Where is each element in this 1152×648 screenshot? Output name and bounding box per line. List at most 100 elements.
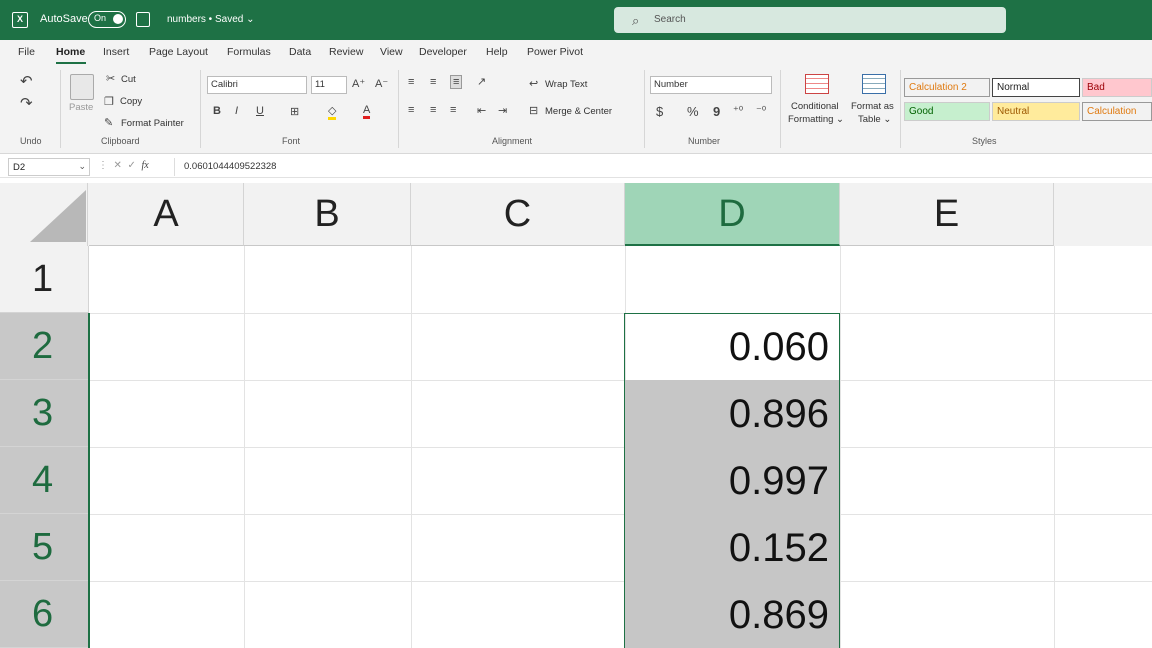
row-header-edge: [88, 246, 89, 313]
wrap-text-button[interactable]: Wrap Text: [545, 79, 587, 90]
row-header-6[interactable]: 6: [0, 581, 88, 648]
column-header-e[interactable]: E: [840, 183, 1054, 246]
decrease-decimal-icon[interactable]: ⁻⁰: [756, 104, 766, 117]
tab-review[interactable]: Review: [329, 46, 363, 58]
font-name-select[interactable]: Calibri: [207, 76, 307, 94]
column-header-b[interactable]: B: [244, 183, 411, 246]
style-calculation[interactable]: Calculation: [1082, 102, 1152, 121]
copy-button[interactable]: Copy: [120, 96, 142, 107]
align-middle-icon[interactable]: ≡: [430, 76, 436, 88]
align-bottom-icon[interactable]: ≡: [450, 75, 463, 89]
paste-button[interactable]: Paste: [69, 102, 93, 113]
align-right-icon[interactable]: ≡: [450, 104, 456, 116]
italic-button[interactable]: I: [235, 105, 238, 117]
cell-d2[interactable]: 0.060: [625, 313, 839, 380]
format-as-table-icon: [862, 74, 886, 94]
save-icon[interactable]: [136, 12, 150, 27]
cell-d4[interactable]: 0.997: [625, 447, 839, 514]
tab-help[interactable]: Help: [486, 46, 508, 58]
style-neutral[interactable]: Neutral: [992, 102, 1080, 121]
tab-page-layout[interactable]: Page Layout: [149, 46, 208, 58]
formula-input[interactable]: 0.0601044409522328: [184, 161, 276, 172]
align-top-icon[interactable]: ≡: [408, 76, 414, 88]
number-format-value: Number: [654, 79, 688, 90]
increase-font-icon[interactable]: A⁺: [352, 77, 365, 90]
autosave-toggle[interactable]: On: [88, 11, 126, 28]
grid-line: [88, 380, 1152, 381]
formula-divider: [174, 158, 175, 176]
row-header-2[interactable]: 2: [0, 313, 88, 380]
ribbon-tabs: File Home Insert Page Layout Formulas Da…: [0, 40, 1152, 64]
search-box[interactable]: ⌕ Search: [614, 7, 1006, 33]
tab-home[interactable]: Home: [56, 46, 85, 58]
decrease-indent-icon[interactable]: ⇤: [477, 104, 486, 117]
font-size-select[interactable]: 11: [311, 76, 347, 94]
worksheet-grid: [0, 178, 1152, 648]
align-left-icon[interactable]: ≡: [408, 104, 414, 116]
borders-icon[interactable]: ⊞: [290, 105, 299, 118]
row-header-1[interactable]: 1: [0, 246, 88, 313]
style-calculation-2[interactable]: Calculation 2: [904, 78, 990, 97]
row-header-4[interactable]: 4: [0, 447, 88, 514]
fx-icon[interactable]: fx: [141, 160, 148, 171]
merge-center-button[interactable]: Merge & Center: [545, 106, 612, 117]
tab-formulas[interactable]: Formulas: [227, 46, 271, 58]
increase-indent-icon[interactable]: ⇥: [498, 104, 507, 117]
cut-button[interactable]: Cut: [121, 74, 136, 85]
style-bad[interactable]: Bad: [1082, 78, 1152, 97]
alignment-group-label: Alignment: [492, 136, 533, 146]
search-icon: ⌕: [632, 13, 640, 28]
font-color-icon[interactable]: A: [363, 104, 371, 119]
cell-d5[interactable]: 0.152: [625, 514, 839, 581]
excel-logo-icon: X: [12, 12, 28, 28]
tab-developer[interactable]: Developer: [419, 46, 467, 58]
format-painter-button[interactable]: Format Painter: [121, 118, 184, 129]
column-header-c[interactable]: C: [411, 183, 625, 246]
underline-button[interactable]: U: [256, 105, 264, 117]
grid-line: [88, 447, 1152, 448]
tab-data[interactable]: Data: [289, 46, 311, 58]
cell-d3[interactable]: 0.896: [625, 380, 839, 447]
autosave-state: On: [94, 13, 107, 23]
style-normal[interactable]: Normal: [992, 78, 1080, 97]
paste-icon[interactable]: [70, 74, 94, 100]
tab-insert[interactable]: Insert: [103, 46, 129, 58]
orientation-icon[interactable]: ↗: [477, 75, 486, 88]
redo-icon[interactable]: ↷: [20, 94, 33, 112]
bold-button[interactable]: B: [213, 105, 221, 117]
row-header-5[interactable]: 5: [0, 514, 88, 581]
row-header-edge-selected: [88, 313, 90, 648]
conditional-formatting-icon: [805, 74, 829, 94]
number-format-select[interactable]: Number: [650, 76, 772, 94]
group-divider: [644, 70, 645, 148]
column-header-d[interactable]: D: [625, 183, 840, 246]
format-as-table-line2[interactable]: Table ⌄: [858, 114, 891, 125]
undo-icon[interactable]: ↶: [20, 72, 33, 90]
fill-color-icon[interactable]: ◇: [328, 104, 337, 120]
conditional-formatting-line1[interactable]: Conditional: [791, 101, 839, 112]
align-center-icon[interactable]: ≡: [430, 104, 436, 116]
percent-button[interactable]: %: [687, 104, 699, 119]
increase-decimal-icon[interactable]: ⁺⁰: [733, 104, 743, 117]
ribbon: ↶ ↷ Undo Paste ✂ Cut ❐ Copy ✎ Format Pai…: [0, 64, 1152, 154]
format-as-table-line1[interactable]: Format as: [851, 101, 894, 112]
currency-button[interactable]: $: [656, 104, 663, 119]
style-good[interactable]: Good: [904, 102, 990, 121]
cell-d6[interactable]: 0.869: [625, 581, 839, 648]
title-bar: X AutoSave On numbers • Saved ⌄ ⌕ Search: [0, 0, 1152, 40]
chevron-down-icon: ⌄: [78, 161, 86, 171]
comma-button[interactable]: 9: [713, 104, 720, 119]
column-header-a[interactable]: A: [89, 183, 244, 246]
decrease-font-icon[interactable]: A⁻: [375, 77, 388, 90]
grid-line: [244, 246, 245, 648]
conditional-formatting-line2[interactable]: Formatting ⌄: [788, 114, 844, 125]
file-title[interactable]: numbers • Saved ⌄: [167, 14, 254, 25]
cut-icon: ✂: [106, 73, 116, 85]
tab-view[interactable]: View: [380, 46, 403, 58]
name-box[interactable]: D2 ⌄: [8, 158, 90, 176]
group-divider: [60, 70, 61, 148]
tab-file[interactable]: File: [18, 46, 35, 58]
tab-power-pivot[interactable]: Power Pivot: [527, 46, 583, 58]
row-header-3[interactable]: 3: [0, 380, 88, 447]
styles-group-label: Styles: [972, 136, 997, 146]
